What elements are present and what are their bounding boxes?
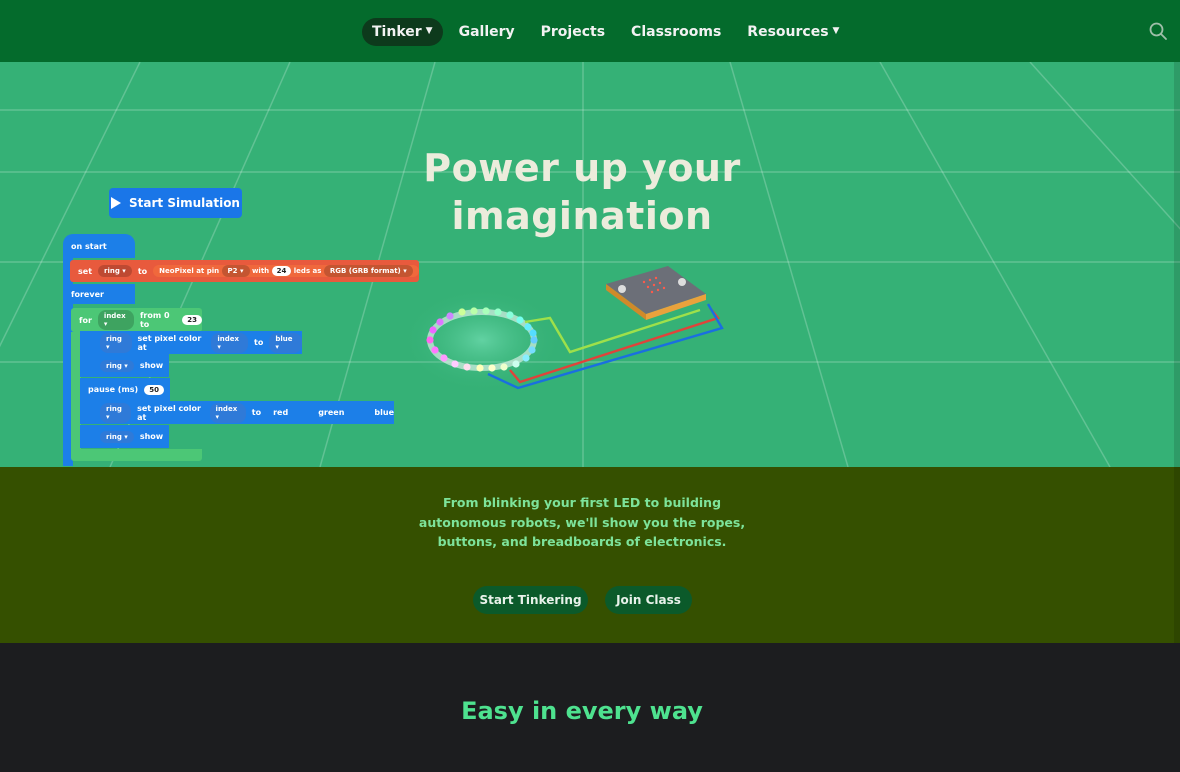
neopixel-ring-illustration bbox=[402, 266, 724, 392]
index-dropdown[interactable]: index ▾ bbox=[209, 402, 246, 423]
nav-item-gallery[interactable]: Gallery bbox=[449, 18, 525, 46]
dropdown-value: blue bbox=[275, 334, 293, 343]
show-block[interactable]: ring ▾ show bbox=[80, 354, 169, 377]
set-ring-block[interactable]: set ring ▾ to NeoPixel at pin P2 ▾ with … bbox=[70, 260, 419, 282]
ring-dropdown[interactable]: ring ▾ bbox=[100, 332, 132, 353]
block-label: leds as bbox=[293, 267, 322, 275]
dropdown-value: index bbox=[215, 404, 238, 413]
nav-item-label: Classrooms bbox=[631, 24, 722, 40]
block-label: set pixel color at bbox=[137, 403, 201, 422]
block-label: set bbox=[78, 266, 93, 276]
block-label: on start bbox=[71, 241, 107, 251]
block-label: pause (ms) bbox=[88, 385, 139, 394]
play-icon bbox=[111, 197, 122, 209]
ring-dropdown[interactable]: ring ▾ bbox=[100, 430, 134, 443]
search-icon[interactable] bbox=[1148, 21, 1168, 41]
nav-item-label: Tinker bbox=[372, 24, 422, 40]
index-dropdown[interactable]: index ▾ bbox=[97, 310, 134, 330]
nav-item-classrooms[interactable]: Classrooms bbox=[621, 18, 731, 46]
easy-section: Easy in every way bbox=[0, 643, 1180, 772]
dropdown-value: index bbox=[103, 312, 126, 320]
ring-dropdown[interactable]: ring ▾ bbox=[100, 359, 134, 372]
scrollbar[interactable] bbox=[1174, 62, 1180, 643]
block-label: NeoPixel at pin bbox=[159, 267, 220, 275]
block-label: from 0 to bbox=[139, 311, 170, 329]
dropdown-value: RGB (GRB format) bbox=[329, 267, 401, 275]
block-label: show bbox=[139, 432, 164, 441]
nav-item-resources[interactable]: Resources ▼ bbox=[737, 18, 849, 46]
block-label: show bbox=[139, 361, 164, 370]
for-loop-end bbox=[71, 449, 202, 461]
dropdown-value: ring bbox=[106, 404, 122, 413]
hero-headline: Power up your imagination bbox=[380, 144, 784, 240]
nav-item-label: Projects bbox=[540, 24, 606, 40]
dropdown-value: index bbox=[217, 334, 239, 343]
block-label: with bbox=[251, 267, 270, 275]
pin-dropdown[interactable]: P2 ▾ bbox=[221, 265, 250, 277]
dropdown-value: ring bbox=[106, 432, 122, 441]
headline-line-1: Power up your bbox=[423, 146, 741, 190]
max-input[interactable]: 23 bbox=[182, 315, 202, 325]
intro-section: From blinking your first LED to building… bbox=[0, 467, 1180, 643]
forever-block[interactable]: forever bbox=[63, 284, 135, 304]
sim-button-label: Start Simulation bbox=[129, 196, 240, 210]
block-label: forever bbox=[71, 289, 104, 299]
on-start-block[interactable]: on start bbox=[63, 234, 135, 258]
headline-line-2: imagination bbox=[451, 194, 713, 238]
nav-item-label: Gallery bbox=[458, 24, 515, 40]
for-loop-block[interactable]: for index ▾ from 0 to 23 bbox=[71, 308, 202, 332]
color-dropdown[interactable]: blue ▾ bbox=[269, 332, 302, 353]
chevron-down-icon: ▼ bbox=[832, 26, 840, 36]
block-label: set pixel color at bbox=[137, 333, 202, 352]
start-tinkering-button[interactable]: Start Tinkering bbox=[473, 586, 588, 614]
pause-block[interactable]: pause (ms) 50 bbox=[80, 378, 170, 401]
color-label: red bbox=[273, 408, 289, 417]
nav-item-label: Resources bbox=[747, 24, 829, 40]
nav-item-tinker[interactable]: Tinker ▼ bbox=[362, 18, 443, 46]
chevron-down-icon: ▼ bbox=[425, 26, 433, 36]
index-dropdown[interactable]: index ▾ bbox=[211, 332, 248, 353]
show-block[interactable]: ring ▾ show bbox=[80, 425, 169, 448]
dropdown-value: ring bbox=[104, 267, 120, 275]
ring-dropdown[interactable]: ring ▾ bbox=[100, 402, 132, 423]
dropdown-value: ring bbox=[106, 361, 122, 370]
nav-menu: Tinker ▼ Gallery Projects Classrooms Reso… bbox=[362, 18, 855, 46]
set-pixel-block[interactable]: ring ▾ set pixel color at index ▾ to blu… bbox=[80, 331, 302, 354]
set-pixel-block[interactable]: ring ▾ set pixel color at index ▾ to red… bbox=[80, 401, 394, 424]
dropdown-value: P2 bbox=[227, 267, 238, 275]
nav-item-projects[interactable]: Projects bbox=[531, 18, 615, 46]
neopixel-block[interactable]: NeoPixel at pin P2 ▾ with 24 leds as RGB… bbox=[153, 265, 419, 277]
intro-text: From blinking your first LED to building… bbox=[418, 495, 746, 549]
ring-dropdown[interactable]: ring ▾ bbox=[98, 265, 132, 277]
join-class-button[interactable]: Join Class bbox=[605, 586, 692, 614]
start-simulation-button[interactable]: Start Simulation bbox=[109, 188, 242, 218]
hero-section: Power up your imagination Start Simulati… bbox=[0, 62, 1180, 467]
block-label: for bbox=[79, 315, 92, 325]
section-title: Easy in every way bbox=[461, 697, 703, 725]
pause-input[interactable]: 50 bbox=[144, 384, 164, 395]
dropdown-value: ring bbox=[106, 334, 122, 343]
color-label: green bbox=[318, 408, 345, 417]
block-label: to bbox=[254, 338, 264, 347]
count-input[interactable]: 24 bbox=[271, 266, 292, 276]
block-label: to bbox=[251, 408, 262, 417]
block-label: to bbox=[137, 266, 148, 276]
color-label: blue bbox=[374, 408, 394, 417]
top-nav: Tinker ▼ Gallery Projects Classrooms Reso… bbox=[0, 0, 1180, 62]
